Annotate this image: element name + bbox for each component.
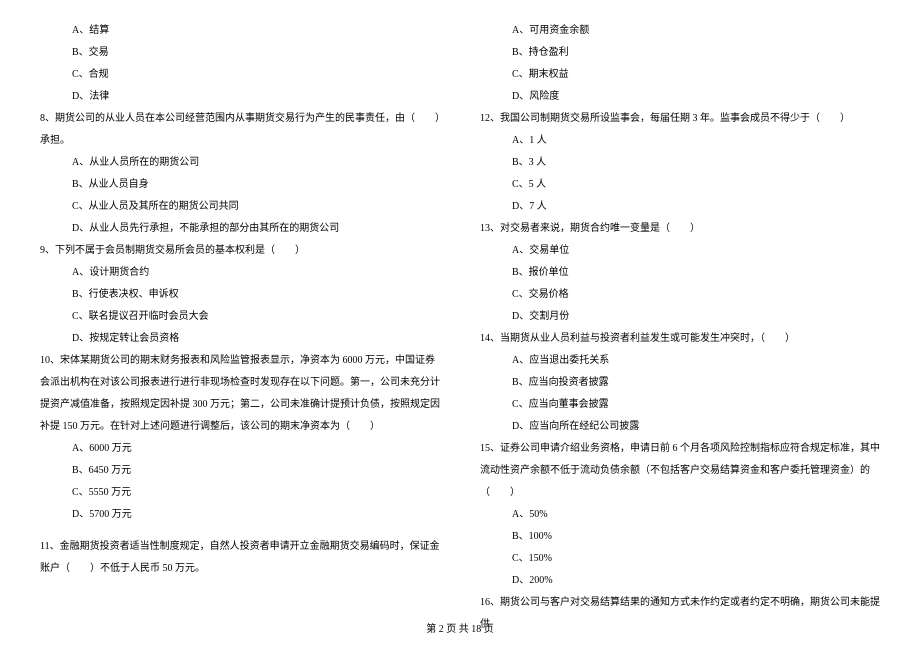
q7-option-b: B、交易: [40, 42, 440, 64]
q14-option-a: A、应当退出委托关系: [480, 350, 880, 372]
q12-option-c: C、5 人: [480, 174, 880, 196]
q10-option-b: B、6450 万元: [40, 460, 440, 482]
q10-text: 10、宋体某期货公司的期末财务报表和风险监管报表显示，净资本为 6000 万元，…: [40, 350, 440, 438]
q14-option-b: B、应当向投资者披露: [480, 372, 880, 394]
q15-option-c: C、150%: [480, 548, 880, 570]
q12-text: 12、我国公司制期货交易所设监事会，每届任期 3 年。监事会成员不得少于（ ）: [480, 108, 880, 130]
q9-option-b: B、行使表决权、申诉权: [40, 284, 440, 306]
q12-option-a: A、1 人: [480, 130, 880, 152]
q9-option-c: C、联名提议召开临时会员大会: [40, 306, 440, 328]
q10-option-d: D、5700 万元: [40, 504, 440, 526]
q9-option-d: D、按规定转让会员资格: [40, 328, 440, 350]
page-content: A、结算 B、交易 C、合规 D、法律 8、期货公司的从业人员在本公司经营范围内…: [40, 20, 880, 600]
q8-option-c: C、从业人员及其所在的期货公司共同: [40, 196, 440, 218]
q11-option-b: B、持仓盈利: [480, 42, 880, 64]
q11-option-a: A、可用资金余额: [480, 20, 880, 42]
q11-text: 11、金融期货投资者适当性制度规定，自然人投资者申请开立金融期货交易编码时，保证…: [40, 536, 440, 580]
q7-option-d: D、法律: [40, 86, 440, 108]
q10-option-c: C、5550 万元: [40, 482, 440, 504]
q15-option-b: B、100%: [480, 526, 880, 548]
q11-option-c: C、期末权益: [480, 64, 880, 86]
q7-option-c: C、合规: [40, 64, 440, 86]
q14-option-d: D、应当向所在经纪公司披露: [480, 416, 880, 438]
right-column: A、可用资金余额 B、持仓盈利 C、期末权益 D、风险度 12、我国公司制期货交…: [475, 20, 880, 600]
q13-option-b: B、报价单位: [480, 262, 880, 284]
q8-option-b: B、从业人员自身: [40, 174, 440, 196]
q14-text: 14、当期货从业人员利益与投资者利益发生或可能发生冲突时，（ ）: [480, 328, 880, 350]
q13-option-d: D、交割月份: [480, 306, 880, 328]
q15-option-d: D、200%: [480, 570, 880, 592]
q13-option-a: A、交易单位: [480, 240, 880, 262]
q14-option-c: C、应当向董事会披露: [480, 394, 880, 416]
q8-text: 8、期货公司的从业人员在本公司经营范围内从事期货交易行为产生的民事责任，由（ ）…: [40, 108, 440, 152]
q9-text: 9、下列不属于会员制期货交易所会员的基本权利是（ ）: [40, 240, 440, 262]
q11-option-d: D、风险度: [480, 86, 880, 108]
q7-option-a: A、结算: [40, 20, 440, 42]
q12-option-b: B、3 人: [480, 152, 880, 174]
q13-text: 13、对交易者来说，期货合约唯一变量是（ ）: [480, 218, 880, 240]
q13-option-c: C、交易价格: [480, 284, 880, 306]
page-footer: 第 2 页 共 18 页: [0, 620, 920, 635]
q9-option-a: A、设计期货合约: [40, 262, 440, 284]
q8-option-d: D、从业人员先行承担，不能承担的部分由其所在的期货公司: [40, 218, 440, 240]
q10-option-a: A、6000 万元: [40, 438, 440, 460]
q8-option-a: A、从业人员所在的期货公司: [40, 152, 440, 174]
q12-option-d: D、7 人: [480, 196, 880, 218]
q15-text: 15、证券公司申请介绍业务资格，申请日前 6 个月各项风险控制指标应符合规定标准…: [480, 438, 880, 504]
q15-option-a: A、50%: [480, 504, 880, 526]
left-column: A、结算 B、交易 C、合规 D、法律 8、期货公司的从业人员在本公司经营范围内…: [40, 20, 445, 600]
